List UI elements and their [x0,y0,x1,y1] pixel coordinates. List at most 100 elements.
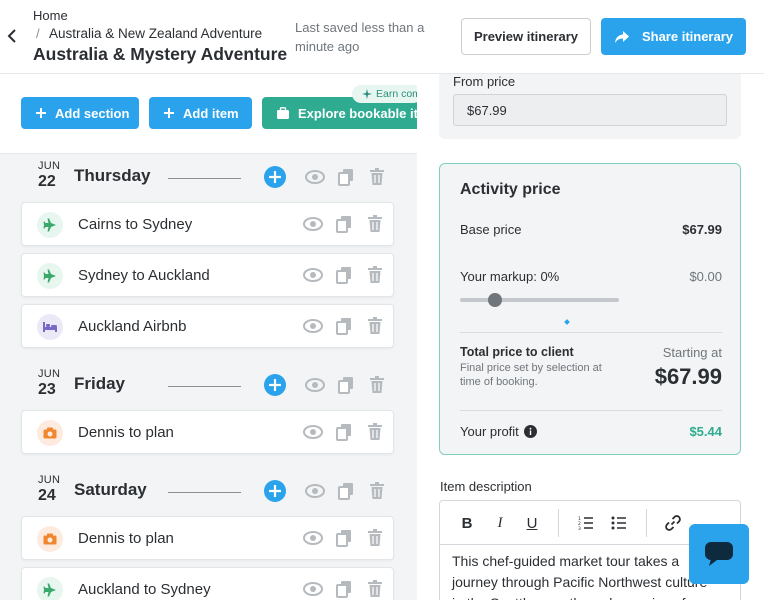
itinerary-panel: Add section Add item Explore bookable it… [0,74,417,600]
itinerary-item[interactable]: Auckland to Sydney [21,567,394,600]
day-month: JUN [38,368,61,380]
itinerary-item[interactable]: Dennis to plan [21,410,394,454]
eye-icon[interactable] [304,166,326,188]
add-section-button[interactable]: Add section [21,97,139,129]
add-to-day-button[interactable] [264,374,286,396]
eye-icon[interactable] [304,480,326,502]
eye-icon[interactable] [302,527,324,549]
description-text[interactable]: This chef-guided market tour takes a jou… [452,551,722,600]
eye-icon[interactable] [304,374,326,396]
day-name: Saturday [74,480,147,499]
markup-slider-handle[interactable] [488,293,502,307]
profit-value: $5.44 [689,424,722,439]
markup-label: Your markup: 0% [460,269,560,284]
copy-icon[interactable] [333,264,355,286]
sparkle-icon [362,89,372,99]
total-price-label: Total price to client [460,345,574,359]
trash-icon[interactable] [364,213,386,235]
day-divider [168,386,241,387]
itinerary-item[interactable]: Sydney to Auckland [21,253,394,297]
toolbar-separator [558,509,559,537]
markup-value: $0.00 [689,269,722,284]
slider-marker-icon [564,319,570,325]
copy-icon[interactable] [335,374,357,396]
airplane-icon [37,212,63,238]
activity-price-title: Activity price [460,181,561,198]
earn-badge-label: Earn commission [376,88,417,100]
earn-commission-badge: Earn commission [352,85,417,103]
eye-icon[interactable] [302,421,324,443]
bullet-list-icon[interactable] [609,513,629,533]
itinerary-toolbar: Add section Add item Explore bookable it… [0,74,417,154]
italic-icon[interactable]: I [490,513,510,533]
eye-icon[interactable] [302,213,324,235]
copy-icon[interactable] [333,213,355,235]
itinerary-item[interactable]: Dennis to plan [21,516,394,560]
page-title: Australia & Mystery Adventure [33,44,288,64]
trash-icon[interactable] [364,527,386,549]
briefcase-icon [276,106,290,120]
copy-icon[interactable] [333,421,355,443]
underline-icon[interactable]: U [522,513,542,533]
profit-label: Your profit [460,424,519,439]
bed-icon [37,314,63,340]
item-label: Cairns to Sydney [78,216,193,233]
share-itinerary-label: Share itinerary [641,29,734,44]
copy-icon[interactable] [333,578,355,600]
trash-icon[interactable] [366,480,388,502]
day-actions [304,480,388,502]
info-icon[interactable] [523,425,537,438]
add-to-day-button[interactable] [264,480,286,502]
profit-label-row: Your profit [460,424,537,439]
eye-icon[interactable] [302,578,324,600]
add-section-label: Add section [55,105,130,121]
day-actions [304,166,388,188]
item-actions [302,264,386,286]
item-actions [302,527,386,549]
add-item-label: Add item [183,105,239,121]
from-price-label: From price [453,74,516,89]
eye-icon[interactable] [302,315,324,337]
copy-icon[interactable] [333,315,355,337]
item-label: Sydney to Auckland [78,267,210,284]
item-label: Dennis to plan [78,424,174,441]
trash-icon[interactable] [364,315,386,337]
back-chevron-icon[interactable] [6,28,20,44]
chat-support-button[interactable] [689,524,749,584]
from-price-field[interactable]: $67.99 [453,94,727,126]
bold-icon[interactable]: B [457,513,477,533]
day-header-friday: JUN 23 Friday [0,362,417,410]
breadcrumb-home[interactable]: Home [33,8,68,23]
item-actions [302,421,386,443]
day-header-thursday: JUN 22 Thursday [0,154,417,202]
copy-icon[interactable] [333,527,355,549]
copy-icon[interactable] [335,480,357,502]
share-itinerary-button[interactable]: Share itinerary [601,18,746,55]
markup-slider[interactable] [460,298,619,302]
trash-icon[interactable] [364,578,386,600]
itinerary-item[interactable]: Auckland Airbnb [21,304,394,348]
add-item-button[interactable]: Add item [149,97,252,129]
total-price-note: Final price set by selection at time of … [460,362,602,388]
add-to-day-button[interactable] [264,166,286,188]
chat-icon [704,541,734,567]
item-detail-panel: From price $67.99 Activity price Base pr… [417,74,764,600]
explore-label: Explore bookable items [298,105,417,121]
trash-icon[interactable] [364,264,386,286]
divider [460,410,722,411]
itinerary-item[interactable]: Cairns to Sydney [21,202,394,246]
saved-status: Last saved less than a minute ago [295,20,425,54]
link-icon[interactable] [663,513,683,533]
ordered-list-icon[interactable]: 123 [576,513,596,533]
preview-itinerary-button[interactable]: Preview itinerary [461,18,591,55]
trash-icon[interactable] [366,166,388,188]
day-actions [304,374,388,396]
share-icon [614,30,630,44]
copy-icon[interactable] [335,166,357,188]
app-header: Home / Australia & New Zealand Adventure… [0,0,764,74]
total-price-value: $67.99 [654,364,722,389]
eye-icon[interactable] [302,264,324,286]
breadcrumb-parent[interactable]: Australia & New Zealand Adventure [49,26,262,41]
trash-icon[interactable] [366,374,388,396]
trash-icon[interactable] [364,421,386,443]
